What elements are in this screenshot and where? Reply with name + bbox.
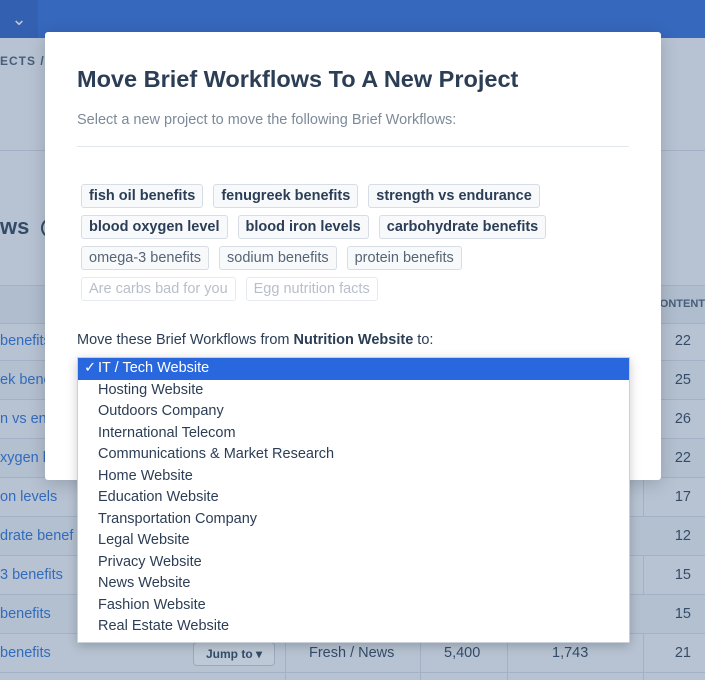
checkmark-icon: ✓: [84, 360, 97, 376]
project-option-selected[interactable]: ✓ IT / Tech Website: [78, 358, 629, 380]
project-option[interactable]: Hosting Website: [78, 380, 629, 402]
project-option[interactable]: Outdoors Company: [78, 401, 629, 423]
option-label: IT / Tech Website: [98, 360, 210, 376]
project-option[interactable]: Fashion Website: [78, 595, 629, 617]
move-label-prefix: Move these Brief Workflows from: [77, 332, 294, 348]
project-option[interactable]: Education Website: [78, 487, 629, 509]
workflow-tag: strength vs endurance: [368, 184, 540, 208]
project-option[interactable]: Transportation Company: [78, 509, 629, 531]
move-label-suffix: to:: [413, 332, 434, 348]
project-option[interactable]: Legal Website: [78, 530, 629, 552]
workflow-tag: carbohydrate benefits: [378, 215, 547, 239]
project-option[interactable]: Real Estate Website: [78, 616, 629, 638]
workflow-tag: fenugreek benefits: [213, 184, 359, 208]
project-option[interactable]: Home Website: [78, 466, 629, 488]
workflow-tag: omega-3 benefits: [81, 246, 210, 270]
tag-row: fish oil benefits fenugreek benefits str…: [81, 184, 641, 208]
divider: [77, 146, 629, 147]
project-option[interactable]: Privacy Website: [78, 552, 629, 574]
project-option[interactable]: News Website: [78, 573, 629, 595]
workflow-tag: blood oxygen level: [81, 215, 228, 239]
workflow-tag: blood iron levels: [237, 215, 369, 239]
workflow-tag: fish oil benefits: [81, 184, 204, 208]
project-select-dropdown[interactable]: ✓ IT / Tech Website Hosting Website Outdo…: [77, 357, 630, 643]
project-option[interactable]: International Telecom: [78, 423, 629, 445]
move-label: Move these Brief Workflows from Nutritio…: [77, 332, 433, 348]
workflow-tag: protein benefits: [346, 246, 462, 270]
source-project-name: Nutrition Website: [293, 332, 414, 348]
workflow-tag-list: fish oil benefits fenugreek benefits str…: [81, 184, 641, 308]
workflow-tag: Egg nutrition facts: [245, 277, 378, 301]
project-option[interactable]: Communications & Market Research: [78, 444, 629, 466]
modal-subtitle: Select a new project to move the followi…: [77, 112, 457, 128]
tag-row: blood oxygen level blood iron levels car…: [81, 215, 641, 239]
modal-title: Move Brief Workflows To A New Project: [77, 66, 519, 92]
workflow-tag: sodium benefits: [219, 246, 337, 270]
tag-row: Are carbs bad for you Egg nutrition fact…: [81, 277, 641, 301]
workflow-tag: Are carbs bad for you: [81, 277, 236, 301]
tag-row: omega-3 benefits sodium benefits protein…: [81, 246, 641, 270]
